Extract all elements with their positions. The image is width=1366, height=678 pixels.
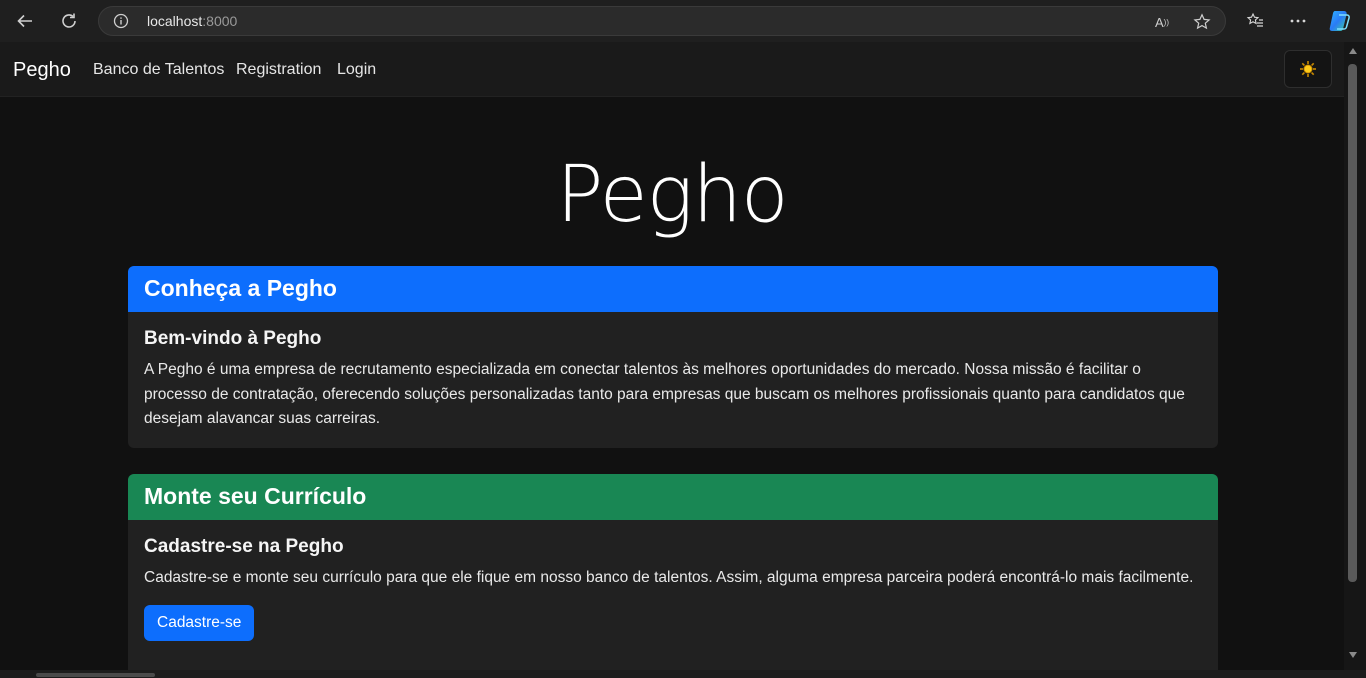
horizontal-scrollbar-track[interactable] xyxy=(0,670,1366,678)
resume-card: Monte seu Currículo Cadastre-se na Pegho… xyxy=(128,474,1218,670)
resume-card-header: Monte seu Currículo xyxy=(128,474,1218,520)
nav-link-registration[interactable]: Registration xyxy=(236,61,321,79)
cadastre-se-button[interactable]: Cadastre-se xyxy=(144,604,255,641)
info-icon[interactable] xyxy=(113,13,129,29)
resume-card-title: Cadastre-se na Pegho xyxy=(144,536,344,557)
sun-icon xyxy=(1300,61,1316,77)
read-aloud-icon[interactable]: A)) xyxy=(1152,12,1172,32)
page-title: Pegho xyxy=(556,150,788,240)
vertical-scrollbar-thumb[interactable] xyxy=(1348,64,1357,582)
theme-toggle-button[interactable] xyxy=(1284,50,1332,88)
scroll-down-arrow-icon[interactable] xyxy=(1349,652,1357,658)
arrow-left-icon xyxy=(17,14,32,28)
reload-button[interactable] xyxy=(55,7,83,35)
url-port: :8000 xyxy=(202,13,238,29)
more-menu-icon[interactable] xyxy=(1287,10,1309,32)
browser-toolbar: localhost:8000 A)) xyxy=(0,0,1366,42)
scroll-up-arrow-icon[interactable] xyxy=(1349,48,1357,54)
favorite-star-icon[interactable] xyxy=(1192,12,1212,32)
url-text[interactable]: localhost:8000 xyxy=(147,13,237,29)
horizontal-scrollbar-thumb[interactable] xyxy=(36,673,155,677)
back-button[interactable] xyxy=(11,7,39,35)
about-card-text: A Pegho é uma empresa de recrutamento es… xyxy=(144,361,1185,427)
about-card-body: Bem-vindo à Pegho A Pegho é uma empresa … xyxy=(128,312,1218,448)
refresh-icon xyxy=(62,13,76,28)
about-card-header: Conheça a Pegho xyxy=(128,266,1218,312)
about-card: Conheça a Pegho Bem-vindo à Pegho A Pegh… xyxy=(128,266,1218,448)
about-card-title: Bem-vindo à Pegho xyxy=(144,328,322,349)
page-viewport: Pegho Banco de Talentos Registration Log… xyxy=(0,42,1344,670)
copilot-icon[interactable] xyxy=(1328,9,1352,33)
nav-link-banco-de-talentos[interactable]: Banco de Talentos xyxy=(93,61,224,79)
site-navbar: Pegho Banco de Talentos Registration Log… xyxy=(0,42,1344,97)
address-bar[interactable]: localhost:8000 A)) xyxy=(98,6,1226,36)
resume-card-body: Cadastre-se na Pegho Cadastre-se e monte… xyxy=(128,520,1218,657)
url-host: localhost xyxy=(147,13,203,29)
resume-card-text: Cadastre-se e monte seu currículo para q… xyxy=(144,569,1194,586)
favorites-list-icon[interactable] xyxy=(1244,10,1266,32)
navbar-brand[interactable]: Pegho xyxy=(13,59,71,82)
nav-link-login[interactable]: Login xyxy=(337,61,376,79)
